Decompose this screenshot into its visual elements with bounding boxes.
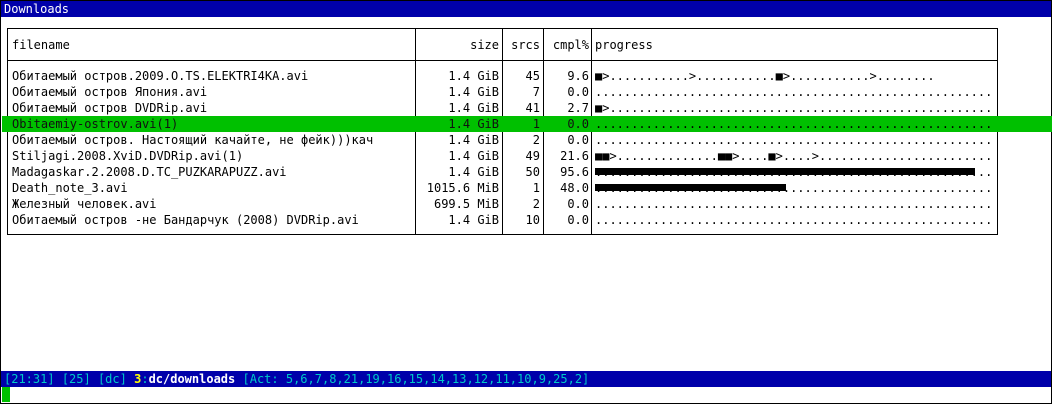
cell-filename: Обитаемый остров -не Бандарчук (2008) DV… [12,213,359,227]
table-row[interactable]: Obitaemiy-ostrov.avi(1) 1.4 GiB 1 0.0......… [2,116,1052,132]
status-hub: [dc] [97,372,127,386]
table-row[interactable]: Обитаемый остров -не Бандарчук (2008) DV… [8,212,997,228]
cell-srcs: 7 [532,85,540,99]
cell-srcs: 2 [532,197,540,211]
cell-srcs: 10 [525,213,540,227]
cell-cmpl: 0.0 [567,117,589,131]
progress-text: ........................................… [595,85,993,99]
header-size[interactable]: size [417,37,499,53]
progress-fill [595,184,786,191]
cell-filename: Obitaemiy-ostrov.avi(1) [12,117,179,131]
cell-filename: Обитаемый остров. Настоящий качайте, не … [12,133,374,147]
header-filename[interactable]: filename [12,37,412,53]
cell-cmpl: 95.6 [560,165,589,179]
progress-text: ■>...........>...........■>...........>.… [595,69,935,83]
cell-cmpl: 0.0 [567,133,589,147]
cell-size: 1.4 GiB [448,69,499,83]
cell-size: 1.4 GiB [448,165,499,179]
window-title: Downloads [1,1,1051,17]
progress-text: ........................................… [595,213,993,227]
status-window-name[interactable]: dc/downloads [149,372,236,386]
progress-bar: ........................................… [595,180,993,196]
table-row[interactable]: Death_note_3.avi 1015.6 MiB 1 48.0.........… [8,180,997,196]
cell-size: 1.4 GiB [448,101,499,115]
progress-fill [595,168,975,175]
cell-cmpl: 48.0 [560,181,589,195]
cell-cmpl: 21.6 [560,149,589,163]
downloads-table: filename size srcs cmpl% progress Обитае… [2,28,1052,235]
cell-srcs: 50 [525,165,540,179]
cell-srcs: 2 [532,133,540,147]
progress-bar: ........................................… [595,84,993,100]
progress-text: ■■>..............■■>....■>....>.........… [595,149,993,163]
progress-bar: ........................................… [595,196,993,212]
progress-bar: ■■>..............■■>....■>....>.........… [595,148,993,164]
cell-size: 1.4 GiB [448,149,499,163]
status-activity: [Act: 5,6,7,8,21,19,16,15,14,13,12,11,10… [242,372,590,386]
progress-bar: ■>...........>...........■>...........>.… [595,68,993,84]
cell-cmpl: 0.0 [567,213,589,227]
terminal-window: Downloads filename size srcs cmpl% progr… [0,0,1052,404]
cell-size: 1.4 GiB [448,133,499,147]
header-srcs[interactable]: srcs [504,37,540,53]
table-row[interactable]: Обитаемый остров.2009.O.TS.ELEKTRI4KA.av… [8,68,997,84]
table-row[interactable]: Обитаемый остров Япония.avi 1.4 GiB 7 0.0..… [8,84,997,100]
cell-cmpl: 0.0 [567,85,589,99]
cell-srcs: 1 [532,181,540,195]
cell-size: 1.4 GiB [448,117,499,131]
cell-cmpl: 0.0 [567,197,589,211]
cell-filename: Обитаемый остров.2009.O.TS.ELEKTRI4KA.av… [12,69,309,83]
progress-text: ........................................… [595,197,993,211]
cell-cmpl: 2.7 [567,101,589,115]
status-window-sep: : [141,372,149,386]
progress-text: ■>......................................… [595,101,993,115]
progress-text: ........................................… [595,133,993,147]
progress-text: ........................................… [595,117,993,131]
cell-srcs: 45 [525,69,540,83]
progress-bar: ........................................… [595,164,993,180]
cell-filename: Madagaskar.2.2008.D.TC_PUZKARAPUZZ.avi [12,165,287,179]
cell-filename: Death_note_3.avi [12,181,128,195]
progress-bar: ........................................… [595,212,993,228]
cell-size: 1015.6 MiB [426,181,499,195]
table-row[interactable]: Stiljagi.2008.XviD.DVDRip.avi(1) 1.4 GiB 4… [8,148,997,164]
cell-filename: Обитаемый остров Япония.avi [12,85,208,99]
cell-cmpl: 9.6 [567,69,589,83]
cell-size: 1.4 GiB [448,213,499,227]
status-count: [25] [61,372,91,386]
progress-bar: ■>......................................… [595,100,993,116]
status-bar: [21:31] [25] [dc] 3:dc/downloads [Act: 5… [1,371,1051,387]
cell-srcs: 41 [525,101,540,115]
cell-size: 1.4 GiB [448,85,499,99]
header-progress[interactable]: progress [595,37,795,53]
cell-filename: Stiljagi.2008.XviD.DVDRip.avi(1) [12,149,244,163]
cell-filename: Обитаемый остров DVDRip.avi [12,101,208,115]
command-input[interactable] [1,387,1051,403]
table-row[interactable]: Обитаемый остров DVDRip.avi 1.4 GiB 41 2.7 ■… [8,100,997,116]
table-row[interactable]: Обитаемый остров. Настоящий качайте, не … [8,132,997,148]
header-divider [8,60,997,61]
table-row[interactable]: Madagaskar.2.2008.D.TC_PUZKARAPUZZ.avi 1.… [8,164,997,180]
text-cursor [2,387,10,402]
progress-bar: ........................................… [595,132,993,148]
header-cmpl[interactable]: cmpl% [545,37,589,53]
status-time: [21:31] [4,372,55,386]
progress-bar: ........................................… [595,116,993,132]
cell-srcs: 49 [525,149,540,163]
cell-srcs: 1 [532,117,540,131]
table-row[interactable]: Железный человек.avi 699.5 MiB 2 0.0.......… [8,196,997,212]
cell-size: 699.5 MiB [433,197,499,211]
cell-filename: Железный человек.avi [12,197,157,211]
